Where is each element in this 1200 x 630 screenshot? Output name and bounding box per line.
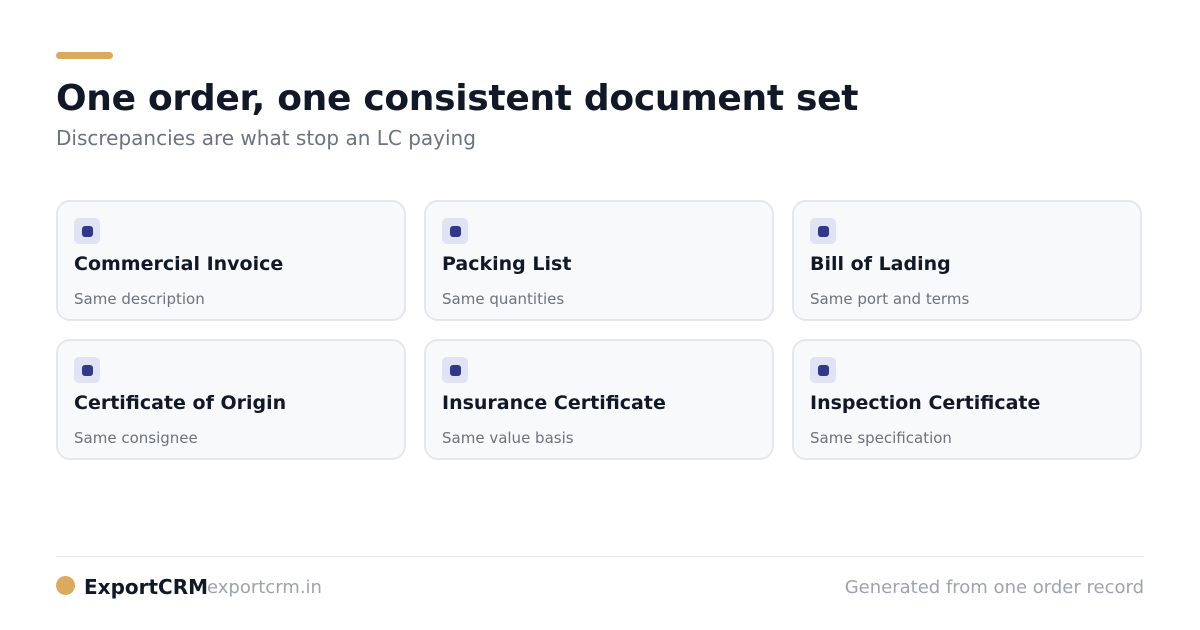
card-subtitle: Same consignee [74,429,198,447]
card-title: Inspection Certificate [810,392,1041,414]
document-card-certificate-of-origin: Certificate of Origin Same consignee [56,339,406,460]
card-subtitle: Same value basis [442,429,574,447]
document-card-inspection-certificate: Inspection Certificate Same specificatio… [792,339,1142,460]
document-card-commercial-invoice: Commercial Invoice Same description [56,200,406,321]
document-card-packing-list: Packing List Same quantities [424,200,774,321]
document-icon [810,357,836,383]
accent-bar [56,52,113,59]
page-subtitle: Discrepancies are what stop an LC paying [56,126,476,150]
brand-url[interactable]: exportcrm.in [207,577,322,598]
card-title: Packing List [442,253,572,275]
footer-divider [56,556,1144,557]
brand-name: ExportCRM [84,575,209,599]
document-icon [810,218,836,244]
card-subtitle: Same description [74,290,205,308]
footer-note: Generated from one order record [844,577,1144,598]
brand-logo-icon [56,576,75,595]
document-icon [442,218,468,244]
document-card-grid: Commercial Invoice Same description Pack… [56,200,1144,460]
card-title: Insurance Certificate [442,392,666,414]
card-title: Certificate of Origin [74,392,287,414]
document-icon [442,357,468,383]
document-icon [74,218,100,244]
card-subtitle: Same port and terms [810,290,970,308]
card-title: Commercial Invoice [74,253,284,275]
card-subtitle: Same specification [810,429,952,447]
document-card-bill-of-lading: Bill of Lading Same port and terms [792,200,1142,321]
page-title: One order, one consistent document set [56,78,859,119]
document-icon [74,357,100,383]
card-subtitle: Same quantities [442,290,565,308]
card-title: Bill of Lading [810,253,951,275]
document-card-insurance-certificate: Insurance Certificate Same value basis [424,339,774,460]
